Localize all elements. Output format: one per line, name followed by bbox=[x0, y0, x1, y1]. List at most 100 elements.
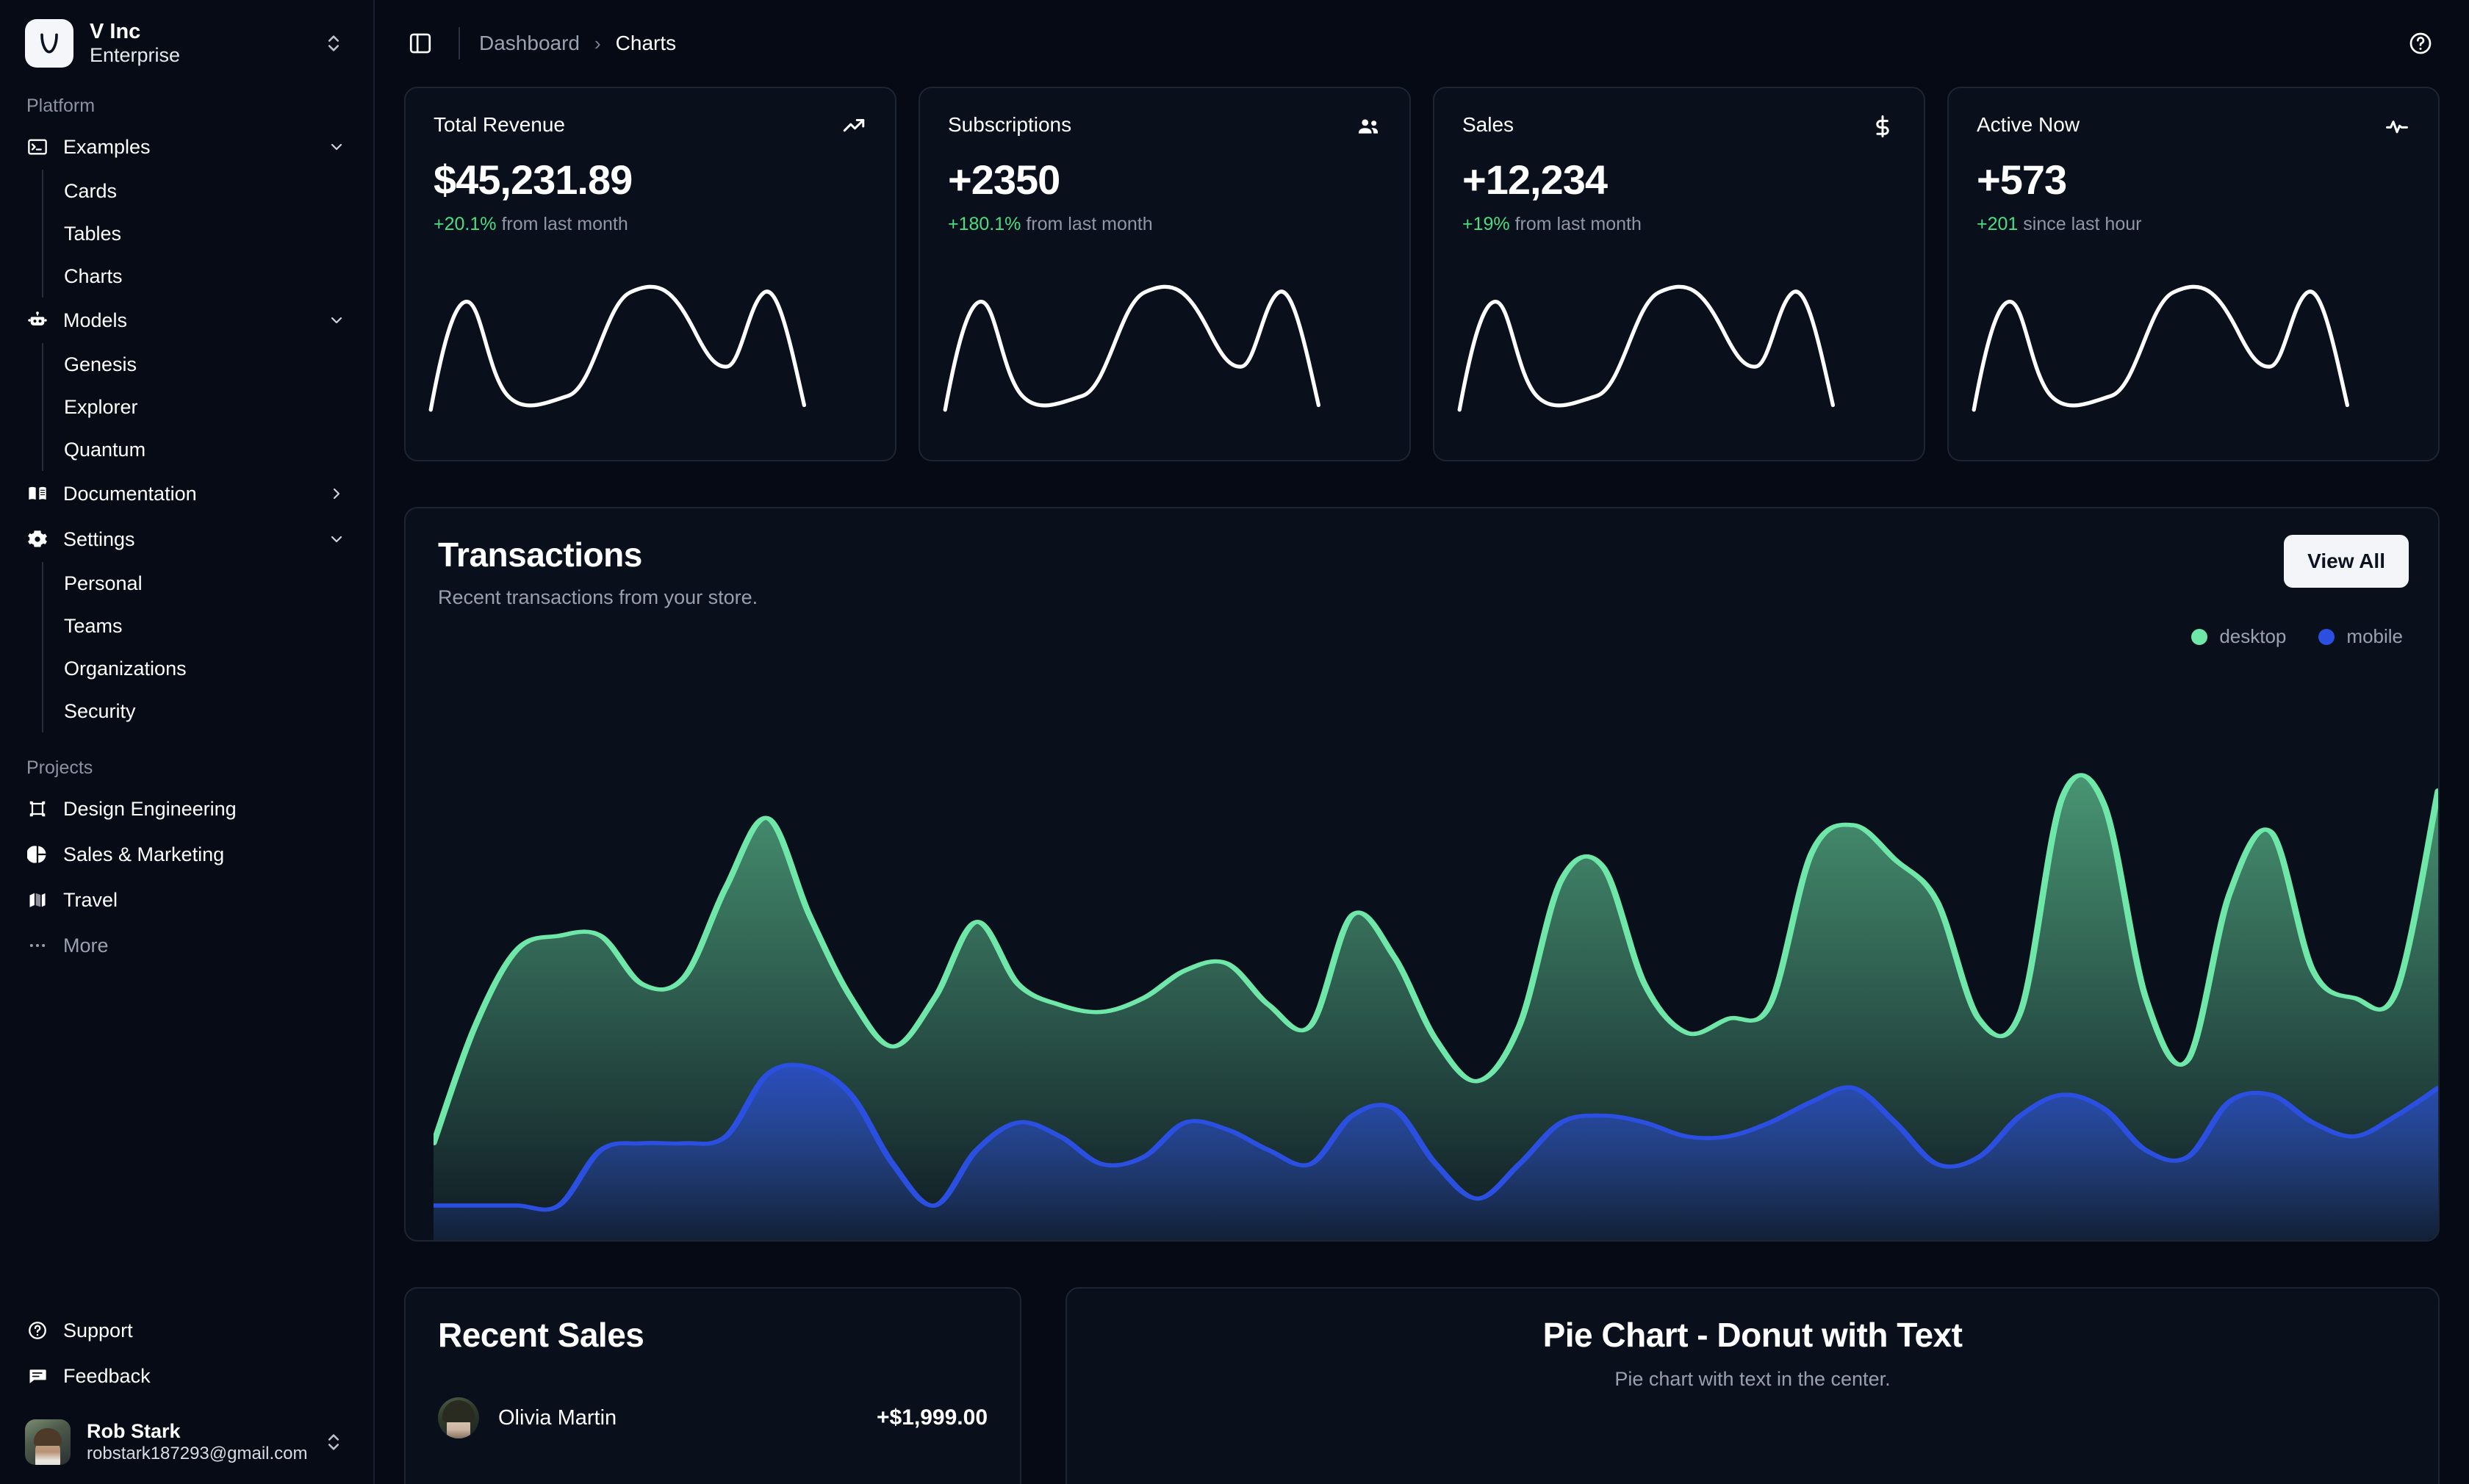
sidebar-item-travel[interactable]: Travel bbox=[16, 877, 357, 923]
stat-title: Sales bbox=[1462, 113, 1514, 136]
sidebar-item-design-engineering[interactable]: Design Engineering bbox=[16, 786, 357, 832]
message-square-icon bbox=[26, 1365, 48, 1387]
stat-card-header: Total Revenue bbox=[434, 113, 867, 140]
transactions-title: Transactions bbox=[438, 536, 642, 574]
stat-value: +12,234 bbox=[1462, 156, 1608, 203]
user-info: Rob Stark robstark187293@gmail.com bbox=[87, 1419, 307, 1464]
pie-chart-card: Pie Chart - Donut with Text Pie chart wi… bbox=[1065, 1287, 2440, 1484]
sidebar-item-organizations[interactable]: Organizations bbox=[43, 647, 357, 690]
user-name: Rob Stark bbox=[87, 1420, 181, 1443]
sidebar-item-genesis[interactable]: Genesis bbox=[43, 343, 357, 386]
stat-delta-value: +20.1% bbox=[434, 214, 497, 234]
transactions-card: Transactions Recent transactions from yo… bbox=[404, 507, 2440, 1242]
sale-customer-name: Olivia Martin bbox=[498, 1405, 617, 1430]
sidebar-item-charts[interactable]: Charts bbox=[43, 255, 357, 298]
breadcrumb-dashboard[interactable]: Dashboard bbox=[479, 32, 580, 55]
stat-delta-text: from last month bbox=[501, 214, 628, 234]
sidebar-item-explorer[interactable]: Explorer bbox=[43, 386, 357, 428]
chart-legend: desktop mobile bbox=[406, 609, 2438, 648]
chevron-down-icon[interactable] bbox=[328, 530, 347, 548]
sidebar-item-teams[interactable]: Teams bbox=[43, 605, 357, 647]
sidebar-item-label: More bbox=[63, 934, 109, 957]
avatar bbox=[438, 1397, 479, 1438]
sidebar-item-models[interactable]: Models bbox=[16, 298, 357, 343]
sidebar-item-support[interactable]: Support bbox=[16, 1308, 357, 1353]
recent-sales-title: Recent Sales bbox=[438, 1316, 644, 1354]
legend-item-mobile[interactable]: mobile bbox=[2318, 625, 2403, 648]
sidebar-item-feedback[interactable]: Feedback bbox=[16, 1353, 357, 1399]
sidebar-subnav-examples: Cards Tables Charts bbox=[42, 170, 357, 298]
transactions-subtitle: Recent transactions from your store. bbox=[438, 586, 758, 608]
trending-up-icon bbox=[841, 113, 867, 140]
sidebar-subnav-models: Genesis Explorer Quantum bbox=[42, 343, 357, 472]
chevrons-up-down-icon[interactable] bbox=[323, 1430, 348, 1455]
sidebar-item-more[interactable]: More bbox=[16, 923, 357, 968]
stat-delta-text: from last month bbox=[1026, 214, 1153, 234]
chevrons-up-down-icon[interactable] bbox=[323, 31, 348, 56]
page-content: Total Revenue $45,231.89 +20.1% from las… bbox=[375, 87, 2469, 1484]
stat-value: $45,231.89 bbox=[434, 156, 633, 203]
sidebar-toggle-button[interactable] bbox=[401, 24, 439, 62]
sidebar-item-label: Support bbox=[63, 1319, 133, 1341]
list-item[interactable]: Olivia Martin +$1,999.00 bbox=[438, 1397, 988, 1438]
chevron-down-icon[interactable] bbox=[328, 138, 347, 156]
legend-item-desktop[interactable]: desktop bbox=[2191, 625, 2286, 648]
bot-icon bbox=[26, 309, 48, 331]
stat-delta: +180.1% from last month bbox=[948, 214, 1381, 235]
frame-icon bbox=[26, 798, 48, 820]
stat-title: Total Revenue bbox=[434, 113, 566, 136]
stat-title: Subscriptions bbox=[948, 113, 1072, 136]
stat-delta: +201 since last hour bbox=[1977, 214, 2410, 235]
sidebar-item-label: Examples bbox=[63, 135, 151, 158]
sidebar-item-personal[interactable]: Personal bbox=[43, 562, 357, 605]
book-open-icon bbox=[26, 483, 48, 505]
sidebar-item-cards[interactable]: Cards bbox=[43, 170, 357, 212]
sparkline-chart bbox=[943, 284, 1321, 412]
sidebar-item-documentation[interactable]: Documentation bbox=[16, 471, 357, 516]
chevron-right-icon[interactable] bbox=[328, 485, 347, 503]
stat-value: +2350 bbox=[948, 156, 1060, 203]
stat-value: +573 bbox=[1977, 156, 2067, 203]
help-circle-icon[interactable] bbox=[2401, 24, 2440, 62]
user-account-switcher[interactable]: Rob Stark robstark187293@gmail.com bbox=[0, 1406, 373, 1484]
stat-card-header: Active Now bbox=[1977, 113, 2410, 140]
stat-delta-text: from last month bbox=[1514, 214, 1642, 234]
breadcrumb-separator: › bbox=[594, 32, 601, 54]
breadcrumb: Dashboard › Charts bbox=[479, 32, 676, 55]
sidebar-item-label: Design Engineering bbox=[63, 797, 237, 820]
sidebar-group-label-platform: Platform bbox=[26, 96, 96, 117]
view-all-button[interactable]: View All bbox=[2284, 535, 2409, 588]
stat-cards: Total Revenue $45,231.89 +20.1% from las… bbox=[404, 87, 2440, 461]
brand-name: V Inc bbox=[90, 20, 141, 43]
sidebar-group-label-projects: Projects bbox=[26, 757, 93, 779]
chevron-down-icon[interactable] bbox=[328, 311, 347, 329]
transactions-header-text: Transactions Recent transactions from yo… bbox=[438, 535, 2284, 609]
stat-title: Active Now bbox=[1977, 113, 2080, 136]
users-icon bbox=[1355, 113, 1381, 140]
pie-chart-title: Pie Chart - Donut with Text bbox=[1542, 1316, 1963, 1354]
sidebar-item-sales-marketing[interactable]: Sales & Marketing bbox=[16, 832, 357, 877]
workspace-switcher[interactable]: V Inc Enterprise bbox=[0, 0, 373, 84]
legend-label-desktop: desktop bbox=[2219, 625, 2287, 647]
sidebar-item-tables[interactable]: Tables bbox=[43, 212, 357, 255]
pie-chart-icon bbox=[26, 843, 48, 865]
sidebar-item-settings[interactable]: Settings bbox=[16, 516, 357, 562]
topbar-divider bbox=[459, 27, 460, 60]
transactions-header: Transactions Recent transactions from yo… bbox=[406, 508, 2438, 609]
recent-sales-card: Recent Sales Olivia Martin +$1,999.00 bbox=[404, 1287, 1021, 1484]
transactions-area-chart bbox=[434, 721, 2438, 1240]
legend-label-mobile: mobile bbox=[2346, 625, 2403, 647]
stat-delta-text: since last hour bbox=[2023, 214, 2142, 234]
sidebar-item-examples[interactable]: Examples bbox=[16, 124, 357, 170]
avatar bbox=[25, 1419, 71, 1465]
brand-logo bbox=[25, 19, 73, 68]
sidebar-item-label: Sales & Marketing bbox=[63, 843, 225, 865]
topbar: Dashboard › Charts bbox=[375, 0, 2469, 87]
sidebar-item-quantum[interactable]: Quantum bbox=[43, 428, 357, 471]
bottom-row: Recent Sales Olivia Martin +$1,999.00 Pi… bbox=[404, 1287, 2440, 1484]
stat-delta-value: +180.1% bbox=[948, 214, 1021, 234]
sidebar-item-label: Feedback bbox=[63, 1364, 151, 1387]
stat-delta-value: +201 bbox=[1977, 214, 2019, 234]
stat-card-header: Sales bbox=[1462, 113, 1896, 140]
sidebar-item-security[interactable]: Security bbox=[43, 690, 357, 732]
